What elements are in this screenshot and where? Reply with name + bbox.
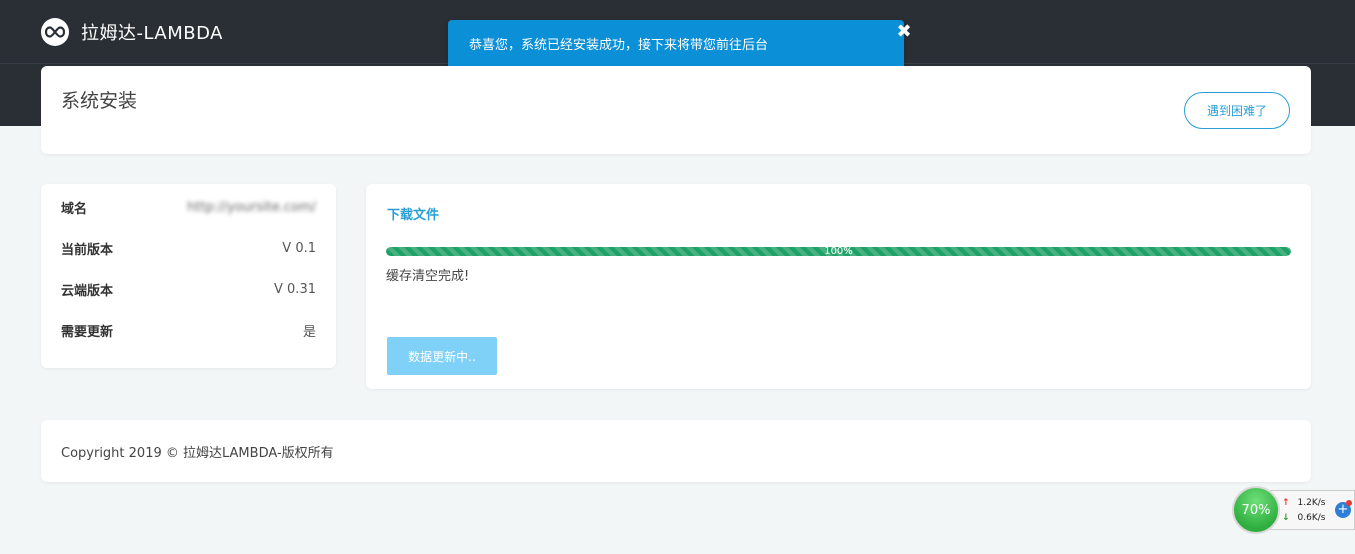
info-value: V 0.1: [282, 240, 316, 256]
info-row-cloud-version: 云端版本 V 0.31: [61, 279, 316, 299]
page-title: 系统安装: [61, 90, 138, 112]
download-title: 下载文件: [387, 208, 440, 223]
info-label: 当前版本: [61, 242, 114, 258]
progress-label: 100%: [824, 247, 853, 256]
info-value: http://yoursite.com/: [187, 199, 316, 215]
page-header-card: 系统安装 遇到困难了: [41, 66, 1311, 154]
toast-message: 恭喜您，系统已经安装成功，接下来将带您前往后台: [469, 37, 769, 53]
download-card: 下载文件 100% 缓存清空完成! 数据更新中..: [366, 184, 1311, 389]
info-label: 域名: [61, 201, 88, 217]
info-row-current-version: 当前版本 V 0.1: [61, 238, 316, 258]
notification-dot: [1346, 500, 1352, 506]
info-row-needs-update: 需要更新 是: [61, 320, 316, 340]
progress-bar: 100%: [386, 247, 1291, 256]
version-info-card: 域名 http://yoursite.com/ 当前版本 V 0.1 云端版本 …: [41, 184, 336, 368]
infinity-icon: [41, 18, 69, 46]
arrow-up-icon: ↑: [1282, 498, 1290, 508]
brand[interactable]: 拉姆达-LAMBDA: [41, 18, 223, 46]
info-label: 需要更新: [61, 324, 114, 340]
status-text: 缓存清空完成!: [386, 269, 470, 284]
upload-speed: ↑ 1.2K/s: [1282, 498, 1325, 508]
brand-name: 拉姆达-LAMBDA: [81, 23, 223, 44]
upload-value: 1.2K/s: [1297, 498, 1326, 508]
help-button[interactable]: 遇到困难了: [1184, 92, 1290, 129]
info-label: 云端版本: [61, 283, 114, 299]
arrow-down-icon: ↓: [1282, 513, 1290, 523]
info-value: 是: [302, 324, 316, 340]
progress-fill: 100%: [386, 247, 1291, 256]
success-toast: 恭喜您，系统已经安装成功，接下来将带您前往后台: [448, 20, 904, 71]
usage-ball[interactable]: 70%: [1232, 486, 1280, 534]
data-updating-button[interactable]: 数据更新中..: [387, 337, 497, 375]
network-speed-widget[interactable]: 70% ↑ 1.2K/s ↓ 0.6K/s +: [1232, 486, 1355, 534]
download-value: 0.6K/s: [1297, 513, 1326, 523]
close-icon[interactable]: ✖: [896, 22, 912, 42]
info-row-domain: 域名 http://yoursite.com/: [61, 197, 316, 217]
download-speed: ↓ 0.6K/s: [1282, 513, 1325, 523]
footer-card: Copyright 2019 © 拉姆达LAMBDA-版权所有: [41, 420, 1311, 482]
copyright-text: Copyright 2019 © 拉姆达LAMBDA-版权所有: [61, 446, 334, 461]
info-value: V 0.31: [274, 281, 316, 297]
